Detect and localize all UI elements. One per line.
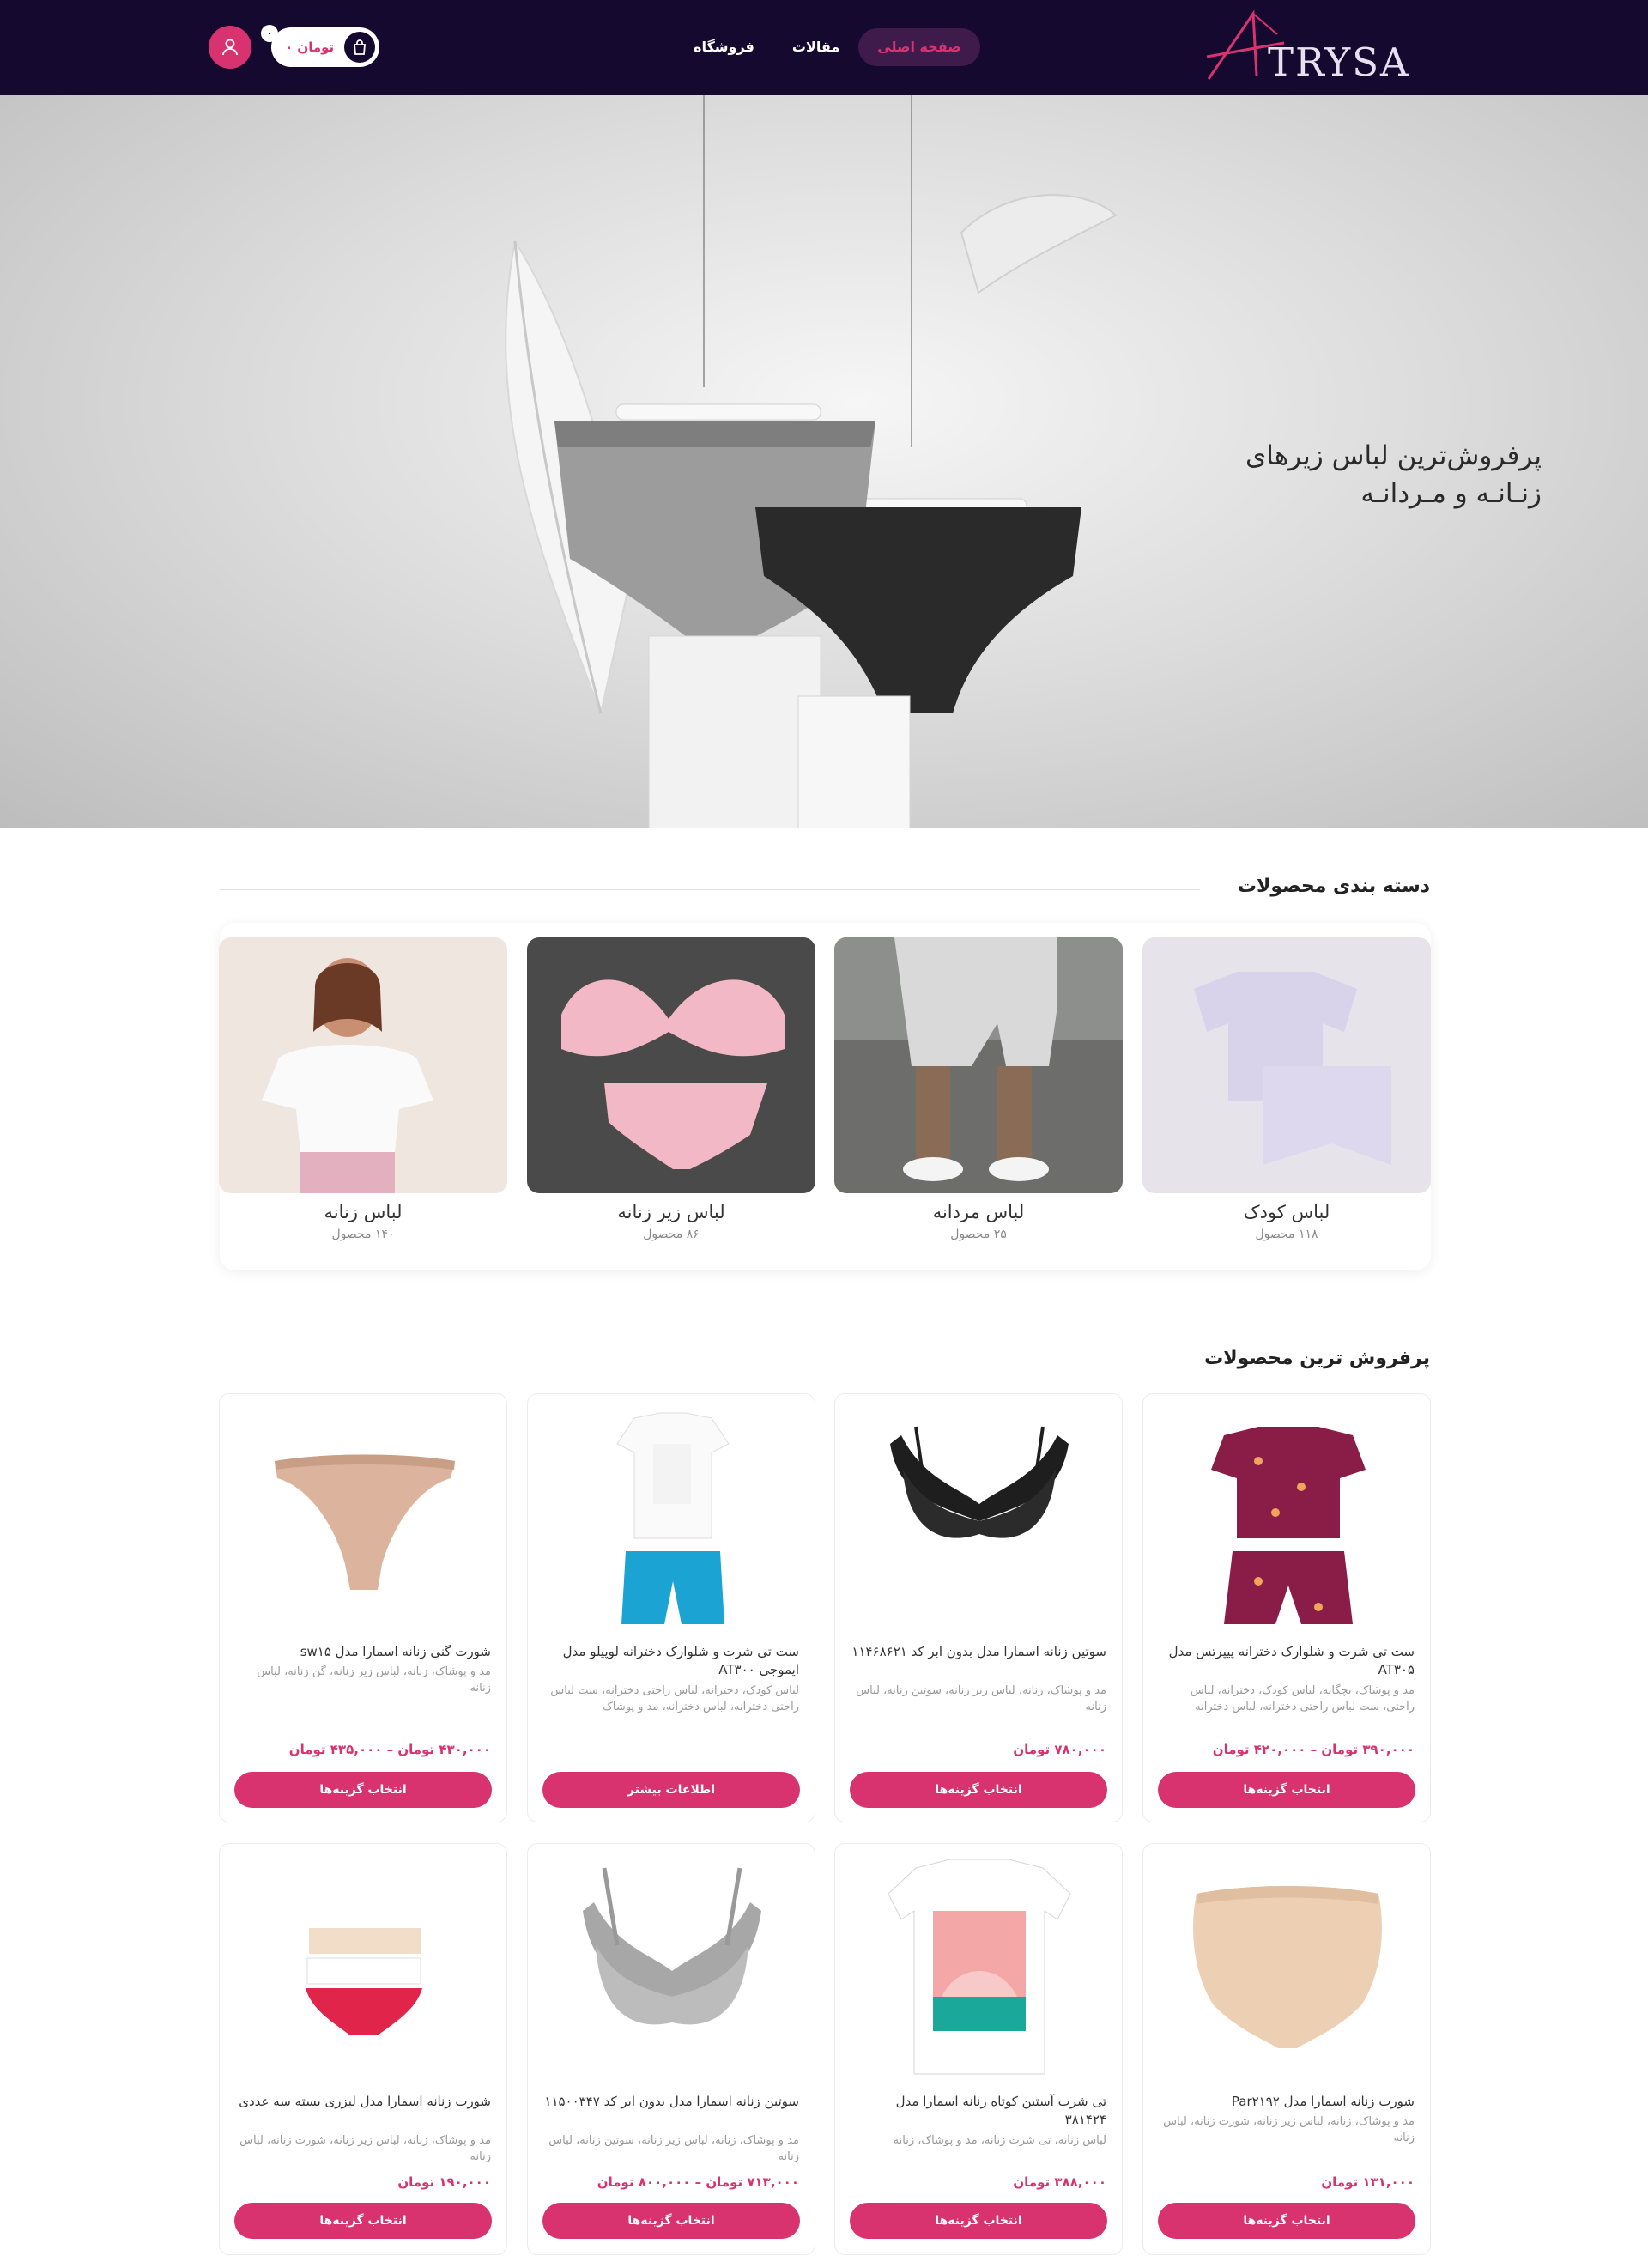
- category-count: ۲۵ محصول: [950, 1228, 1007, 1241]
- nav-shop[interactable]: فروشگاه: [675, 28, 773, 66]
- nav-articles[interactable]: مقالات: [773, 28, 858, 66]
- category-count: ۱۱۸ محصول: [1255, 1228, 1318, 1241]
- category-image: [834, 937, 1123, 1193]
- shopping-bag-icon: [344, 32, 375, 63]
- user-icon: [222, 39, 238, 56]
- product-title[interactable]: تی شرت آستین کوتاه زنانه اسمارا مدل ۳۸۱۴…: [851, 2093, 1106, 2129]
- product-image: [583, 1867, 761, 2025]
- select-options-button[interactable]: انتخاب گزینه‌ها: [850, 1772, 1107, 1808]
- product-card[interactable]: ست تی شرت و شلوارک دخترانه لوپیلو مدل ای…: [527, 1393, 815, 1822]
- product-title[interactable]: شورت زنانه اسمارا مدل Par۲۱۹۲: [1159, 2093, 1415, 2111]
- user-account-button[interactable]: [209, 26, 251, 69]
- product-image: [890, 1426, 1069, 1538]
- logo-text[interactable]: TRYSA: [1268, 39, 1410, 85]
- product-title[interactable]: ست تی شرت و شلوارک دخترانه لوپیلو مدل ای…: [543, 1643, 799, 1679]
- product-card[interactable]: سوتین زنانه اسمارا مدل بدون ابر کد ۱۱۵۰۰…: [527, 1843, 815, 2255]
- category-card-men[interactable]: لباس مردانه ۲۵ محصول: [834, 937, 1123, 1241]
- category-name: لباس مردانه: [932, 1202, 1025, 1222]
- product-categories: لباس زنانه، تی شرت زنانه، مد و پوشاک، زن…: [893, 2134, 1106, 2147]
- category-image: [527, 937, 815, 1193]
- category-image: [219, 937, 507, 1193]
- product-title[interactable]: شورت گنی زنانه اسمارا مدل sw۱۵: [235, 1643, 491, 1661]
- product-card[interactable]: شورت زنانه اسمارا مدل لیزری بسته سه عددی…: [219, 1843, 507, 2255]
- product-price: ۳۸۸,۰۰۰ تومان: [1013, 2174, 1106, 2190]
- cart-count-badge: ۰: [261, 25, 278, 42]
- hero-title: پرفروش‌ترین لباس زیرهای زنـانـه و مـردان…: [1061, 437, 1542, 512]
- select-options-button[interactable]: انتخاب گزینه‌ها: [1158, 1772, 1415, 1808]
- category-name: لباس زنانه: [324, 1202, 403, 1222]
- product-price: ۴۳۰,۰۰۰ تومان – ۴۳۵,۰۰۰ تومان: [288, 1742, 491, 1757]
- site-header: TRYSA فروشگاه مقالات صفحه اصلی ۰ تومان ۰: [0, 0, 1648, 95]
- product-title[interactable]: ست تی شرت و شلوارک دخترانه پیپرتس مدل AT…: [1159, 1643, 1415, 1679]
- product-image: [888, 1859, 1071, 2075]
- product-price: ۷۱۳,۰۰۰ تومان – ۸۰۰,۰۰۰ تومان: [597, 2174, 799, 2190]
- main-nav: فروشگاه مقالات صفحه اصلی: [675, 28, 980, 66]
- category-name: لباس کودک: [1243, 1202, 1330, 1222]
- product-card[interactable]: شورت گنی زنانه اسمارا مدل sw۱۵ مد و پوشا…: [219, 1393, 507, 1822]
- product-categories: مد و پوشاک، زنانه، لباس زیر زنانه، گن زن…: [257, 1665, 491, 1695]
- product-price: ۱۳۱,۰۰۰ تومان: [1321, 2174, 1415, 2190]
- product-image: [1211, 1427, 1366, 1624]
- product-categories: مد و پوشاک، زنانه، لباس زیر زنانه، شورت …: [1163, 2115, 1415, 2144]
- product-card[interactable]: سوتین زنانه اسمارا مدل بدون ابر کد ۱۱۴۶۸…: [834, 1393, 1123, 1822]
- category-count: ۸۶ محصول: [643, 1228, 700, 1241]
- products-title: پرفروش ترین محصولات: [1204, 1348, 1430, 1369]
- product-title[interactable]: سوتین زنانه اسمارا مدل بدون ابر کد ۱۱۴۶۸…: [851, 1643, 1106, 1661]
- cart-button[interactable]: ۰ تومان: [271, 27, 379, 67]
- hero-title-line1: پرفروش‌ترین لباس زیرهای: [1245, 440, 1542, 471]
- select-options-button[interactable]: انتخاب گزینه‌ها: [234, 1772, 492, 1808]
- category-count: ۱۴۰ محصول: [331, 1228, 395, 1241]
- product-image: [1193, 1886, 1382, 2048]
- nav-home[interactable]: صفحه اصلی: [858, 28, 980, 66]
- category-name: لباس زیر زنانه: [617, 1202, 725, 1222]
- select-options-button[interactable]: انتخاب گزینه‌ها: [234, 2203, 492, 2239]
- product-categories: مد و پوشاک، زنانه، لباس زیر زنانه، شورت …: [239, 2134, 491, 2163]
- product-price: ۳۹۰,۰۰۰ تومان – ۴۲۰,۰۰۰ تومان: [1212, 1742, 1415, 1757]
- categories-title: دسته بندی محصولات: [1237, 876, 1430, 897]
- product-categories: لباس کودک، دخترانه، لباس راحتی دخترانه، …: [550, 1684, 799, 1713]
- product-title[interactable]: سوتین زنانه اسمارا مدل بدون ابر کد ۱۱۵۰۰…: [543, 2093, 799, 2111]
- product-card[interactable]: شورت زنانه اسمارا مدل Par۲۱۹۲ مد و پوشاک…: [1142, 1843, 1431, 2255]
- category-card-lingerie[interactable]: لباس زیر زنانه ۸۶ محصول: [527, 937, 815, 1241]
- read-more-button[interactable]: اطلاعات بیشتر: [542, 1772, 800, 1808]
- hero-banner[interactable]: پرفروش‌ترین لباس زیرهای زنـانـه و مـردان…: [0, 95, 1648, 828]
- category-card-kids[interactable]: لباس کودک ۱۱۸ محصول: [1142, 937, 1431, 1241]
- product-categories: مد و پوشاک، زنانه، لباس زیر زنانه، سوتین…: [548, 2134, 799, 2163]
- category-card-women[interactable]: لباس زنانه ۱۴۰ محصول: [219, 937, 507, 1241]
- select-options-button[interactable]: انتخاب گزینه‌ها: [542, 2203, 800, 2239]
- product-categories: مد و پوشاک، بچگانه، لباس کودک، دخترانه، …: [1190, 1684, 1415, 1713]
- category-image: [1142, 937, 1431, 1193]
- cart-total: ۰ تومان: [285, 39, 335, 55]
- product-card[interactable]: ست تی شرت و شلوارک دخترانه پیپرتس مدل AT…: [1142, 1393, 1431, 1822]
- product-card[interactable]: تی شرت آستین کوتاه زنانه اسمارا مدل ۳۸۱۴…: [834, 1843, 1123, 2255]
- select-options-button[interactable]: انتخاب گزینه‌ها: [850, 2203, 1107, 2239]
- product-price: ۱۹۰,۰۰۰ تومان: [397, 2174, 491, 2190]
- product-image: [616, 1412, 730, 1624]
- product-image: [306, 1928, 422, 2035]
- product-title[interactable]: شورت زنانه اسمارا مدل لیزری بسته سه عددی: [235, 2093, 491, 2111]
- product-image: [275, 1454, 455, 1590]
- product-price: ۷۸۰,۰۰۰ تومان: [1013, 1742, 1106, 1757]
- hero-title-line2: زنـانـه و مـردانـه: [1360, 478, 1542, 509]
- categories-divider: [220, 889, 1200, 890]
- product-categories: مد و پوشاک، زنانه، لباس زیر زنانه، سوتین…: [856, 1684, 1106, 1713]
- select-options-button[interactable]: انتخاب گزینه‌ها: [1158, 2203, 1415, 2239]
